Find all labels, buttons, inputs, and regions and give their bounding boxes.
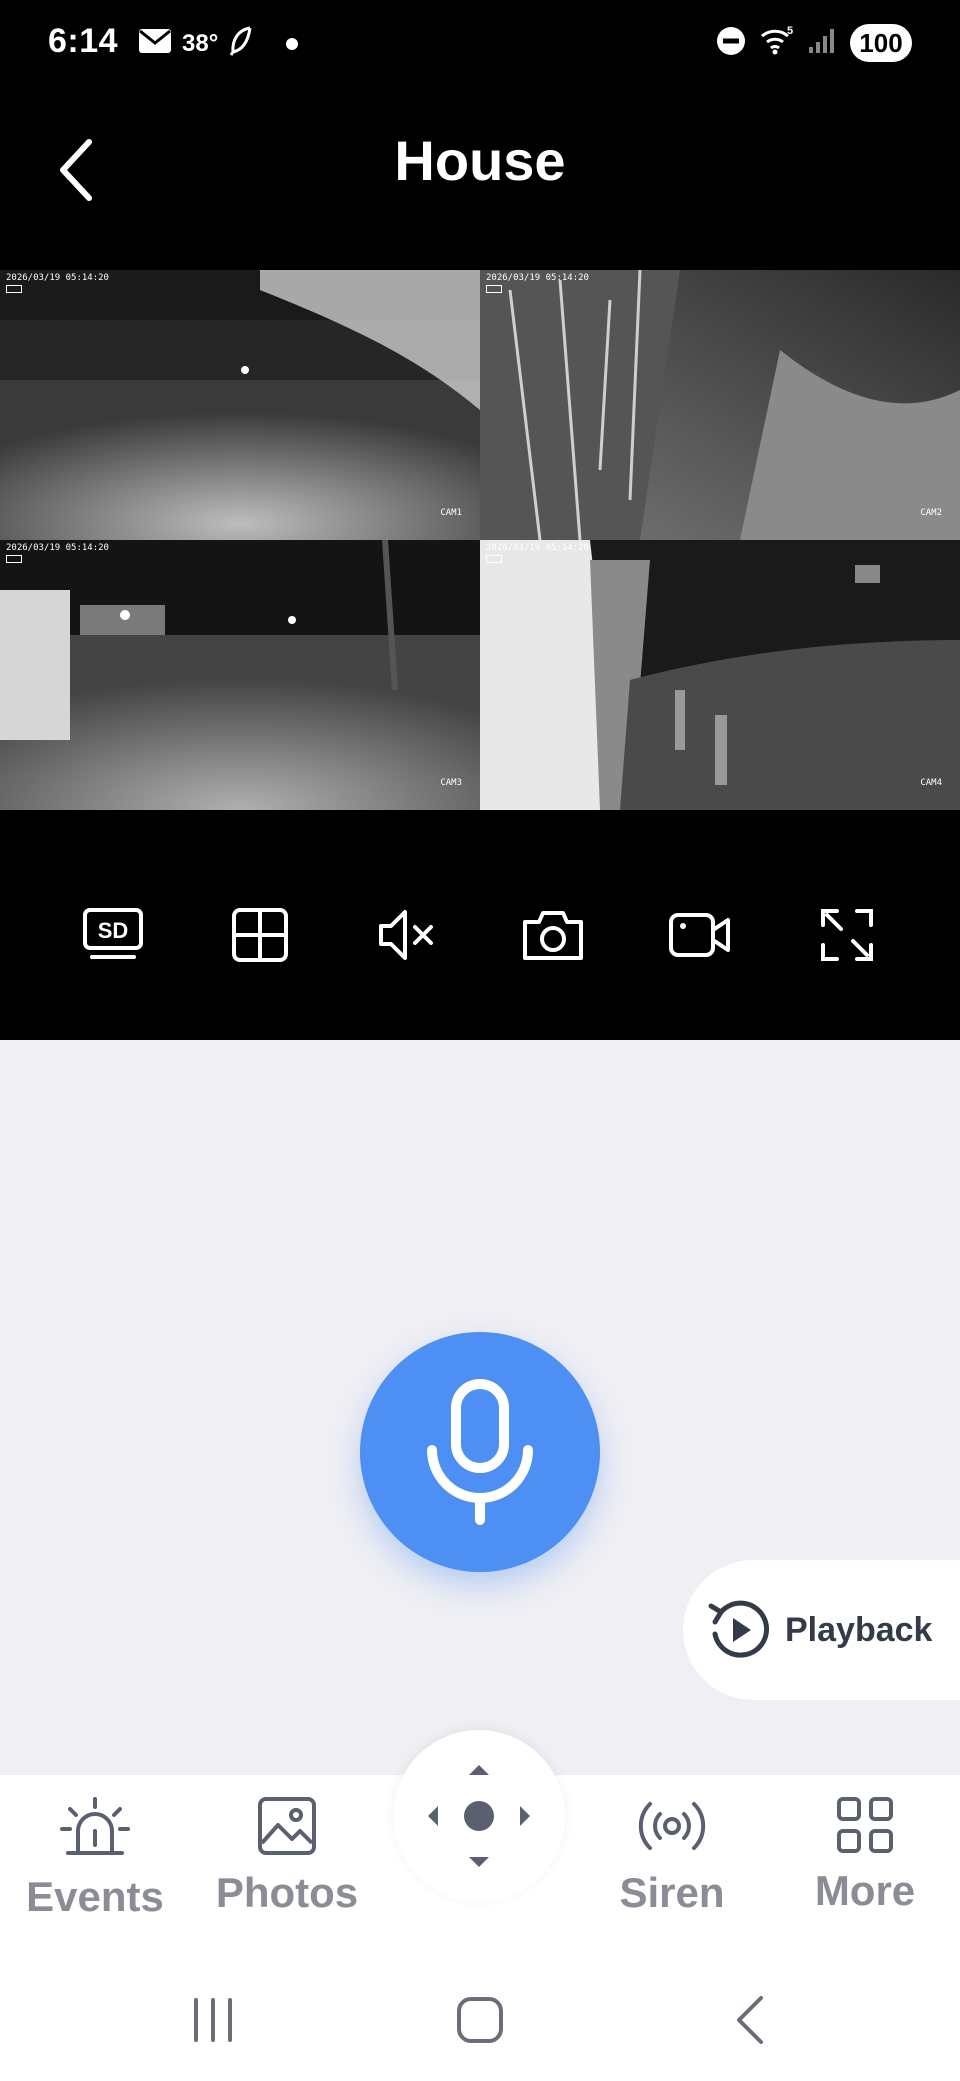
home-button[interactable] xyxy=(430,1985,530,2055)
header: House xyxy=(0,90,960,270)
camera-battery-icon xyxy=(6,555,22,563)
video-spacer xyxy=(0,810,960,870)
alarm-light-icon xyxy=(60,1797,130,1855)
siren-icon xyxy=(638,1802,706,1850)
snapshot-icon xyxy=(523,911,584,960)
playback-label: Playback xyxy=(785,1610,933,1649)
bottom-nav: Events Photos Siren More xyxy=(0,1730,960,1965)
nav-photos[interactable]: Photos xyxy=(192,1775,382,1965)
status-notifications: 38° xyxy=(138,26,299,61)
camera-feed-3[interactable]: 2026/03/19 05:14:20 CAM3 xyxy=(0,540,480,810)
mail-icon xyxy=(138,28,172,59)
camera-label: CAM3 xyxy=(440,778,462,788)
page-title: House xyxy=(394,129,566,192)
nav-events-label: Events xyxy=(26,1873,164,1920)
camera-feed-4[interactable]: 2026/03/19 05:14:20 CAM4 xyxy=(480,540,960,810)
camera-grid: 2026/03/19 05:14:20 CAM1 2026/03/19 05:1… xyxy=(0,270,960,810)
photos-icon xyxy=(258,1797,316,1855)
more-grid-icon xyxy=(837,1797,893,1853)
camera-timestamp: 2026/03/19 05:14:20 xyxy=(486,543,589,553)
system-back-icon xyxy=(737,1996,763,2044)
microphone-icon xyxy=(427,1379,533,1525)
camera-timestamp: 2026/03/19 05:14:20 xyxy=(486,273,589,283)
nav-siren-label: Siren xyxy=(619,1869,725,1916)
quality-label: SD xyxy=(98,918,129,943)
playback-button[interactable]: Playback xyxy=(683,1560,960,1700)
wifi-band-label: 5 xyxy=(787,26,793,37)
camera-timestamp: 2026/03/19 05:14:20 xyxy=(6,543,109,553)
camera-image xyxy=(480,540,960,810)
camera-label: CAM4 xyxy=(920,778,942,788)
nav-events[interactable]: Events xyxy=(0,1775,190,1965)
feather-icon xyxy=(228,26,254,61)
nav-photos-label: Photos xyxy=(215,1869,359,1916)
status-system-icons: 5 100 xyxy=(716,24,912,62)
fullscreen-button[interactable] xyxy=(802,890,892,980)
camera-feed-1[interactable]: 2026/03/19 05:14:20 CAM1 xyxy=(0,270,480,540)
status-bar: 6:14 38° 5 100 xyxy=(0,0,960,90)
record-button[interactable] xyxy=(655,890,745,980)
directional-pad-icon xyxy=(428,1765,530,1867)
grid-layout-icon xyxy=(231,908,288,962)
mute-icon xyxy=(378,910,433,960)
wifi-icon: 5 xyxy=(760,25,794,61)
playback-icon xyxy=(708,1600,770,1658)
system-nav-bar xyxy=(0,1965,960,2081)
status-time: 6:14 xyxy=(48,22,119,60)
camera-battery-icon xyxy=(486,285,502,293)
camera-battery-icon xyxy=(486,555,502,563)
camera-image xyxy=(0,270,480,540)
ptz-control-button[interactable] xyxy=(393,1730,565,1902)
camera-label: CAM1 xyxy=(440,508,462,518)
sd-quality-icon: SD xyxy=(83,908,144,959)
camera-battery-icon xyxy=(6,285,22,293)
dnd-icon xyxy=(716,26,746,61)
record-icon xyxy=(668,913,730,957)
signal-icon xyxy=(808,27,836,60)
camera-timestamp: 2026/03/19 05:14:20 xyxy=(6,273,109,283)
battery-indicator: 100 xyxy=(850,24,912,62)
camera-feed-2[interactable]: 2026/03/19 05:14:20 CAM2 xyxy=(480,270,960,540)
video-toolbar: SD xyxy=(0,870,960,1040)
mute-button[interactable] xyxy=(362,890,452,980)
main-content: Playback xyxy=(0,1040,960,1775)
quality-sd-button[interactable]: SD xyxy=(68,890,158,980)
layout-grid-button[interactable] xyxy=(215,890,305,980)
notification-dot-icon xyxy=(286,37,299,50)
camera-image xyxy=(0,540,480,810)
status-temperature: 38° xyxy=(182,29,219,57)
camera-image xyxy=(480,270,960,540)
recent-apps-button[interactable] xyxy=(163,1985,263,2055)
nav-more-label: More xyxy=(814,1867,916,1914)
nav-more[interactable]: More xyxy=(770,1775,960,1965)
camera-label: CAM2 xyxy=(920,508,942,518)
home-icon xyxy=(457,1997,503,2043)
talk-button[interactable] xyxy=(360,1332,600,1572)
recent-apps-icon xyxy=(194,1998,232,2042)
snapshot-button[interactable] xyxy=(508,890,598,980)
fullscreen-icon xyxy=(820,909,873,961)
system-back-button[interactable] xyxy=(700,1985,800,2055)
nav-siren[interactable]: Siren xyxy=(577,1775,767,1965)
